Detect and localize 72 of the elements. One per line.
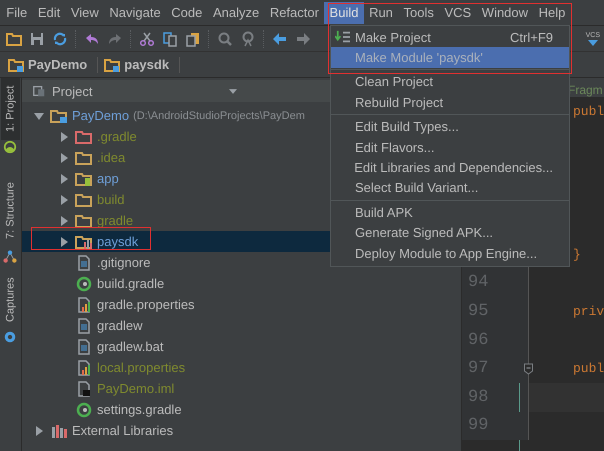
down-arrow-icon [588, 40, 598, 46]
menu-item[interactable]: Edit Build Types... [331, 116, 569, 137]
code-text: priv [572, 304, 604, 319]
menu-item[interactable]: Select Build Variant... [331, 178, 569, 198]
tree-item[interactable]: PayDemo.iml [22, 378, 461, 399]
structure-icon [3, 250, 17, 264]
tool-window-tab[interactable]: 7: Structure [1, 172, 20, 250]
menu-item[interactable]: View [66, 2, 104, 24]
tool-window-tab[interactable]: 1: Project [1, 78, 20, 140]
expand-arrow-icon[interactable] [59, 236, 69, 246]
breadcrumb-item[interactable]: paysdk [104, 56, 180, 72]
code-text: publ [572, 104, 604, 119]
fold-marker-icon[interactable] [523, 362, 534, 375]
menu-item[interactable]: Rebuild Project [331, 92, 569, 113]
back-arrow-icon[interactable] [272, 30, 288, 46]
search-icon[interactable] [217, 30, 233, 46]
paste-icon[interactable] [185, 30, 201, 46]
tree-item[interactable]: build.gradle [22, 273, 461, 294]
module-folder-icon [104, 56, 120, 72]
tree-item[interactable]: gradlew [22, 315, 461, 336]
expand-arrow-icon[interactable] [59, 132, 69, 142]
menu-item[interactable]: VCS [439, 2, 476, 24]
tree-item[interactable]: gradlew.bat [22, 336, 461, 357]
expand-arrow-icon[interactable] [59, 216, 69, 226]
gradle-file-icon [75, 402, 93, 418]
tree-item[interactable]: settings.gradle [22, 399, 461, 420]
tree-item[interactable]: gradle.properties [22, 294, 461, 315]
copy-icon[interactable] [162, 30, 178, 46]
menu-item[interactable]: Code [166, 2, 208, 24]
folder-icon [75, 192, 93, 208]
tree-item[interactable]: External Libraries [22, 420, 461, 441]
menu-item[interactable]: Build APK [331, 202, 569, 223]
caret-icon [229, 88, 237, 94]
breadcrumb-item[interactable]: PayDemo [8, 56, 98, 72]
menu-item[interactable]: Tools [398, 2, 440, 24]
menu-item[interactable]: Clean Project [331, 72, 569, 92]
tool-window-tab[interactable]: Captures [1, 270, 20, 330]
cut-icon[interactable] [139, 30, 155, 46]
collapse-arrow-icon[interactable] [34, 110, 44, 120]
menu-item[interactable]: Make Project Ctrl+F9 [331, 27, 569, 48]
gradle-file-icon [75, 276, 93, 292]
module-folder-icon [8, 56, 24, 72]
menu-item[interactable]: Refactor [264, 2, 324, 24]
tree-item[interactable]: local.properties [22, 357, 461, 378]
menu-item[interactable]: Edit Libraries and Dependencies... [331, 157, 569, 178]
open-folder-icon[interactable] [6, 30, 22, 46]
forward-arrow-icon[interactable] [295, 30, 311, 46]
menu-item[interactable]: Edit [32, 2, 66, 24]
module-folder-icon [75, 234, 93, 250]
sync-icon[interactable] [52, 30, 68, 46]
expand-arrow-icon[interactable] [34, 426, 44, 436]
menu-item[interactable]: Navigate [104, 2, 166, 24]
make-icon [335, 30, 351, 44]
menu-item[interactable]: File [1, 2, 33, 24]
menu-item[interactable]: Build [324, 2, 364, 24]
module-folder-icon [75, 170, 93, 186]
expand-arrow-icon[interactable] [59, 194, 69, 204]
folder-icon [75, 150, 93, 166]
android-icon [3, 140, 17, 154]
menu-item[interactable]: Analyze [208, 2, 265, 24]
module-folder-icon [50, 108, 68, 124]
code-text: publ [572, 361, 604, 376]
menu-item[interactable]: Edit Flavors... [331, 136, 569, 158]
menu-item[interactable]: Help [533, 2, 571, 24]
libraries-icon [50, 422, 68, 438]
project-view-icon [32, 84, 46, 98]
expand-arrow-icon[interactable] [59, 152, 69, 162]
folder-icon [75, 128, 93, 144]
menu-item[interactable]: Window [476, 2, 534, 24]
expand-arrow-icon[interactable] [59, 174, 69, 184]
folder-icon [75, 212, 93, 228]
menu-item[interactable]: Run [364, 2, 398, 24]
